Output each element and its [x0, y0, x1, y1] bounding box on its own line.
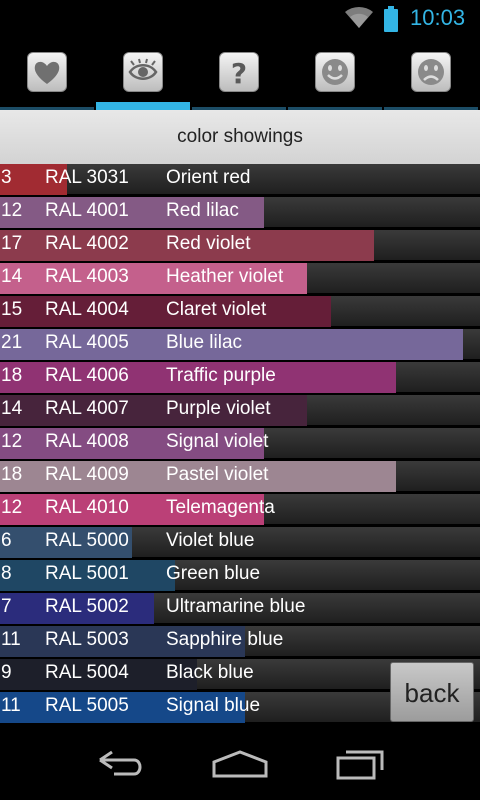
color-name: Black blue	[166, 662, 254, 683]
color-count: 17	[1, 233, 23, 254]
wifi-icon	[345, 6, 373, 29]
color-row[interactable]: 12 RAL 4001 Red lilac	[0, 197, 480, 228]
color-name: Orient red	[166, 167, 251, 188]
question-icon: ?	[231, 57, 247, 87]
color-name: Traffic purple	[166, 365, 276, 386]
color-code: RAL 4007	[45, 398, 129, 419]
color-code: RAL 3031	[45, 167, 129, 188]
back-button[interactable]: back	[390, 662, 474, 722]
tab-favorites[interactable]	[0, 38, 94, 110]
navigation-bar	[0, 726, 480, 800]
color-name: Violet blue	[166, 530, 255, 551]
color-name: Ultramarine blue	[166, 596, 306, 617]
color-code: RAL 4001	[45, 200, 129, 221]
color-count: 11	[1, 695, 21, 716]
color-count: 12	[1, 497, 23, 518]
color-name: Claret violet	[166, 299, 267, 320]
sad-icon	[418, 59, 444, 85]
smile-icon	[322, 59, 348, 85]
heart-icon	[34, 61, 60, 84]
page-title: color showings	[0, 110, 480, 164]
color-code: RAL 5000	[45, 530, 129, 551]
color-row[interactable]: 7 RAL 5002 Ultramarine blue	[0, 593, 480, 624]
color-row[interactable]: 21 RAL 4005 Blue lilac	[0, 329, 480, 360]
color-count: 12	[1, 431, 23, 452]
color-count: 12	[1, 200, 23, 221]
color-row[interactable]: 18 RAL 4009 Pastel violet	[0, 461, 480, 492]
color-count: 18	[1, 365, 23, 386]
color-code: RAL 4008	[45, 431, 129, 452]
battery-icon	[384, 6, 398, 32]
color-code: RAL 5001	[45, 563, 129, 584]
color-count: 7	[1, 596, 12, 617]
color-count: 11	[1, 629, 21, 650]
color-count: 21	[1, 332, 23, 353]
color-row[interactable]: 6 RAL 5000 Violet blue	[0, 527, 480, 558]
color-name: Signal blue	[166, 695, 261, 716]
color-name: Signal violet	[166, 431, 269, 452]
tab-view[interactable]	[96, 38, 190, 110]
color-name: Blue lilac	[166, 332, 243, 353]
color-count: 8	[1, 563, 12, 584]
question-button[interactable]: ?	[219, 52, 259, 92]
back-arrow-icon	[99, 750, 142, 776]
color-row[interactable]: 14 RAL 4003 Heather violet	[0, 263, 480, 294]
tab-good[interactable]	[288, 38, 382, 110]
color-name: Red violet	[166, 233, 251, 254]
color-row[interactable]: 12 RAL 4010 Telemagenta	[0, 494, 480, 525]
color-code: RAL 4005	[45, 332, 129, 353]
color-code: RAL 4003	[45, 266, 129, 287]
color-count: 3	[1, 167, 12, 188]
color-row[interactable]: 12 RAL 4008 Signal violet	[0, 428, 480, 459]
color-name: Green blue	[166, 563, 261, 584]
color-count: 6	[1, 530, 12, 551]
tab-quiz[interactable]: ?	[192, 38, 286, 110]
sad-button[interactable]	[411, 52, 451, 92]
nav-back-button[interactable]	[90, 744, 150, 784]
color-row[interactable]: 11 RAL 5003 Sapphire blue	[0, 626, 480, 657]
color-count: 14	[1, 398, 23, 419]
color-code: RAL 5004	[45, 662, 129, 683]
color-code: RAL 4002	[45, 233, 129, 254]
color-name: Red lilac	[166, 200, 239, 221]
heart-button[interactable]	[27, 52, 67, 92]
color-name: Purple violet	[166, 398, 271, 419]
color-code: RAL 5005	[45, 695, 129, 716]
color-code: RAL 4006	[45, 365, 129, 386]
color-code: RAL 4009	[45, 464, 129, 485]
color-count: 15	[1, 299, 23, 320]
color-count: 9	[1, 662, 12, 683]
nav-recent-apps-button[interactable]	[330, 744, 390, 784]
color-name: Pastel violet	[166, 464, 269, 485]
svg-text:?: ?	[231, 57, 247, 87]
smile-button[interactable]	[315, 52, 355, 92]
recent-apps-icon	[336, 750, 384, 780]
color-count: 18	[1, 464, 23, 485]
color-code: RAL 4010	[45, 497, 129, 518]
tab-indicator-active	[96, 102, 190, 110]
color-name: Heather violet	[166, 266, 284, 287]
nav-home-button[interactable]	[210, 744, 270, 784]
eye-button[interactable]	[123, 52, 163, 92]
color-code: RAL 4004	[45, 299, 129, 320]
color-row[interactable]: 8 RAL 5001 Green blue	[0, 560, 480, 591]
status-bar: 10:03	[0, 0, 480, 38]
tab-bar: ?	[0, 38, 480, 110]
color-count: 14	[1, 266, 23, 287]
color-row[interactable]: 17 RAL 4002 Red violet	[0, 230, 480, 261]
color-row[interactable]: 14 RAL 4007 Purple violet	[0, 395, 480, 426]
color-name: Telemagenta	[166, 497, 275, 518]
eye-icon	[128, 58, 158, 80]
clock: 10:03	[410, 5, 466, 30]
color-row[interactable]: 18 RAL 4006 Traffic purple	[0, 362, 480, 393]
color-name: Sapphire blue	[166, 629, 284, 650]
color-row[interactable]: 3 RAL 3031 Orient red	[0, 164, 480, 195]
color-list[interactable]: 3 RAL 3031 Orient red 12 RAL 4001 Red lilac 17…	[0, 164, 480, 726]
tab-bad[interactable]	[384, 38, 478, 110]
home-icon	[212, 750, 268, 778]
color-code: RAL 5003	[45, 629, 129, 650]
color-code: RAL 5002	[45, 596, 129, 617]
color-row[interactable]: 15 RAL 4004 Claret violet	[0, 296, 480, 327]
